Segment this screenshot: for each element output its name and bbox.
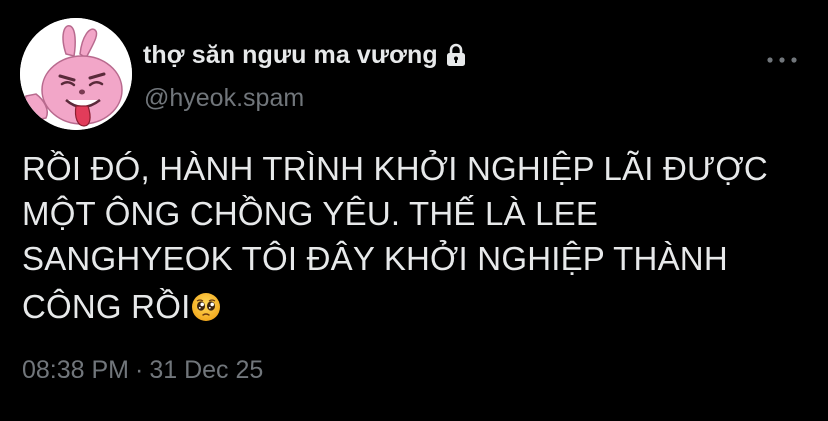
tweet-date: 31 Dec 25	[149, 356, 264, 384]
pink-rabbit-avatar-icon	[20, 18, 132, 130]
author-avatar[interactable]	[20, 18, 132, 130]
tweet-text-line-last: CÔNG RỒI	[22, 284, 822, 329]
tweet-text-line: MỘT ÔNG CHỒNG YÊU. THẾ LÀ LEE	[22, 195, 599, 232]
tweet-text-line: CÔNG RỒI	[22, 288, 191, 325]
meta-separator: ·	[135, 356, 144, 384]
tweet-text: RỒI ĐÓ, HÀNH TRÌNH KHỞI NGHIỆP LÃI ĐƯỢC …	[22, 146, 822, 329]
tweet-card: thợ săn ngưu ma vương @hyeok.spam RỒI ĐÓ…	[0, 0, 828, 421]
tweet-time: 08:38 PM	[22, 356, 130, 384]
author-handle[interactable]: @hyeok.spam	[144, 84, 304, 113]
lock-icon	[446, 43, 465, 66]
tweet-text-line: RỒI ĐÓ, HÀNH TRÌNH KHỞI NGHIỆP LÃI ĐƯỢC	[22, 150, 768, 187]
pleading-face-icon	[192, 293, 221, 321]
tweet-text-line: SANGHYEOK TÔI ĐÂY KHỞI NGHIỆP THÀNH	[22, 240, 728, 277]
tweet-timestamp[interactable]: 08:38 PM · 31 Dec 25	[22, 356, 263, 385]
author-display-name[interactable]: thợ săn ngưu ma vương	[143, 41, 438, 70]
author-name-row: thợ săn ngưu ma vương	[143, 37, 468, 73]
more-horizontal-icon[interactable]	[762, 50, 802, 70]
